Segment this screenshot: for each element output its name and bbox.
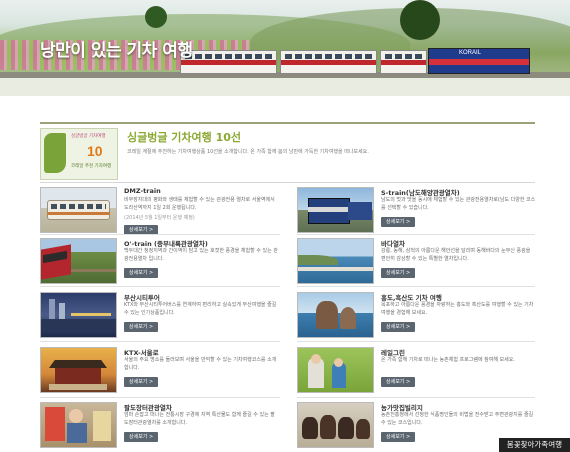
caption-tag: 봄꽃찾아가족여행 [498,438,570,452]
locomotive: KORAIL [428,48,530,74]
details-button[interactable]: 상세보기 > [381,268,416,278]
details-button[interactable]: 상세보기 > [381,217,416,227]
row-divider [297,341,535,342]
item-description: 온 가족 함께 기차로 떠나는 농촌체험 프로그램에 참여해 보세요. [381,357,515,363]
item-title[interactable]: 팔도장터관광열차 [124,402,172,412]
section-divider [40,182,535,183]
item-description: 강릉, 동해, 삼척의 아름다운 해안선을 달리며 동해바다의 눈부신 풍광을 … [381,248,531,262]
badge-caption-bottom: 코레일 추천 기차여행 [71,164,112,169]
details-button[interactable]: 상세보기 > [124,377,159,387]
details-button[interactable]: 상세보기 > [381,432,416,442]
hongdo-thumbnail[interactable] [297,292,374,338]
item-title[interactable]: DMZ-train [124,187,161,195]
train-car [380,50,427,74]
item-title[interactable]: S-train(남도해양관광열차) [381,187,460,197]
item-description: 목포하고 아름다운 풍경을 자랑하는 홍도와 흑산도를 여행할 수 있는 기차여… [381,302,534,316]
row-divider [297,286,535,287]
item-title[interactable]: KTX-서울로 [124,347,159,357]
item-description: KTX와 부산시티투어버스를 연계하여 편리하고 실속있게 부산여행을 즐길 수… [124,302,277,316]
item-description: 서울의 주요 명소를 둘러보며 서울을 만끽할 수 있는 기차여행코스를 소개합… [124,357,277,371]
hero-banner: KORAIL 낭만이 있는 기차 여행 [0,0,570,96]
list-item-hongdo-heuksando: 홍도,흑산도 기차 여행 목포하고 아름다운 풍경을 자랑하는 홍도와 흑산도를… [297,292,537,342]
badge-number: 10 [87,143,103,159]
paldo-market-thumbnail[interactable] [40,402,117,448]
busan-city-tour-thumbnail[interactable] [40,292,117,338]
list-item-paldo-market: 팔도장터관광열차 엄마 손잡고 떠나는 전통시장 구경에 지역 특산물도 함께 … [40,402,280,452]
item-description: 농촌진흥청에서 선정한 식품명인들의 비법을 전수받고 주변관광지를 즐길 수 … [381,412,534,426]
top-divider [40,122,535,124]
hero-tree [145,6,167,28]
item-title[interactable]: 부산시티투어 [124,292,160,302]
item-description: 남도의 멋과 맛을 동시에 체험할 수 있는 관광전용열차로(남도 다양한 코스… [381,197,536,211]
item-title[interactable]: 바다열차 [381,238,405,248]
intro-badge-image: 싱글벙글 기차여행 10 코레일 추천 기차여행 [40,128,118,180]
item-note: (2014년 5월 1일부터 운행 예정) [124,215,195,221]
train-car [180,50,277,74]
list-item-rail-green: 레일그린 온 가족 함께 기차로 떠나는 농촌체험 프로그램에 참여해 보세요.… [297,347,537,397]
section-title: 싱글벙글 기차여행 10선 [127,131,242,144]
list-item-sea-train: 바다열차 강릉, 동해, 삼척의 아름다운 해안선을 달리며 동해바다의 눈부신… [297,238,537,288]
row-divider [40,286,280,287]
details-button[interactable]: 상세보기 > [381,377,416,387]
list-item-dmz-train: DMZ-train 비무장지대의 평화와 생태를 체험할 수 있는 관광전용 열… [40,187,280,237]
farm-restaurant-thumbnail[interactable] [297,402,374,448]
rail-green-thumbnail[interactable] [297,347,374,393]
details-button[interactable]: 상세보기 > [381,322,416,332]
list-item-o-train: O'-train (중부내륙관광열차) 백두대간 청정지역과 간이역이 담고 있… [40,238,280,288]
item-description: 백두대간 청정지역과 간이역이 담고 있는 호젓한 풍경을 체험할 수 있는 관… [124,248,278,262]
item-title[interactable]: O'-train (중부내륙관광열차) [124,238,208,248]
row-divider [297,397,535,398]
list-item-ktx-seoul: KTX-서울로 서울의 주요 명소를 둘러보며 서울을 만끽할 수 있는 기차여… [40,347,280,397]
details-button[interactable]: 상세보기 > [124,432,159,442]
list-item-busan-city-tour: 부산시티투어 KTX와 부산시티투어버스를 연계하여 편리하고 실속있게 부산여… [40,292,280,342]
s-train-thumbnail[interactable] [297,187,374,233]
train-car [280,50,377,74]
dmz-train-thumbnail[interactable] [40,187,117,233]
row-divider [297,234,535,235]
item-description: 비무장지대의 평화와 생태를 체험할 수 있는 관광전용 열차로 서울역에서 도… [124,197,275,211]
sea-train-thumbnail[interactable] [297,238,374,284]
details-button[interactable]: 상세보기 > [124,322,159,332]
item-title[interactable]: 홍도,흑산도 기차 여행 [381,292,442,302]
row-divider [40,397,280,398]
item-description: 엄마 손잡고 떠나는 전통시장 구경에 지역 특산물도 함께 즐길 수 있는 팔… [124,412,275,426]
details-button[interactable]: 상세보기 > [124,268,159,278]
hero-ground [0,78,570,96]
locomotive-logo: KORAIL [459,50,482,56]
item-title[interactable]: 레일그린 [381,347,405,357]
ktx-seoul-thumbnail[interactable] [40,347,117,393]
row-divider [40,234,280,235]
list-item-s-train: S-train(남도해양관광열차) 남도의 멋과 맛을 동시에 체험할 수 있는… [297,187,537,237]
hero-tree [400,0,440,40]
o-train-thumbnail[interactable] [40,238,117,284]
leaf-icon [44,133,66,173]
row-divider [40,341,280,342]
page-title: 낭만이 있는 기차 여행 [40,41,193,61]
item-title[interactable]: 농가맛집빌리지 [381,402,423,412]
section-description: 코레일 계절에 추천하는 기차여행상품 10선을 소개합니다. 온 가족 함께 … [127,149,369,155]
badge-caption-top: 싱글벙글 기차여행 [71,134,106,139]
